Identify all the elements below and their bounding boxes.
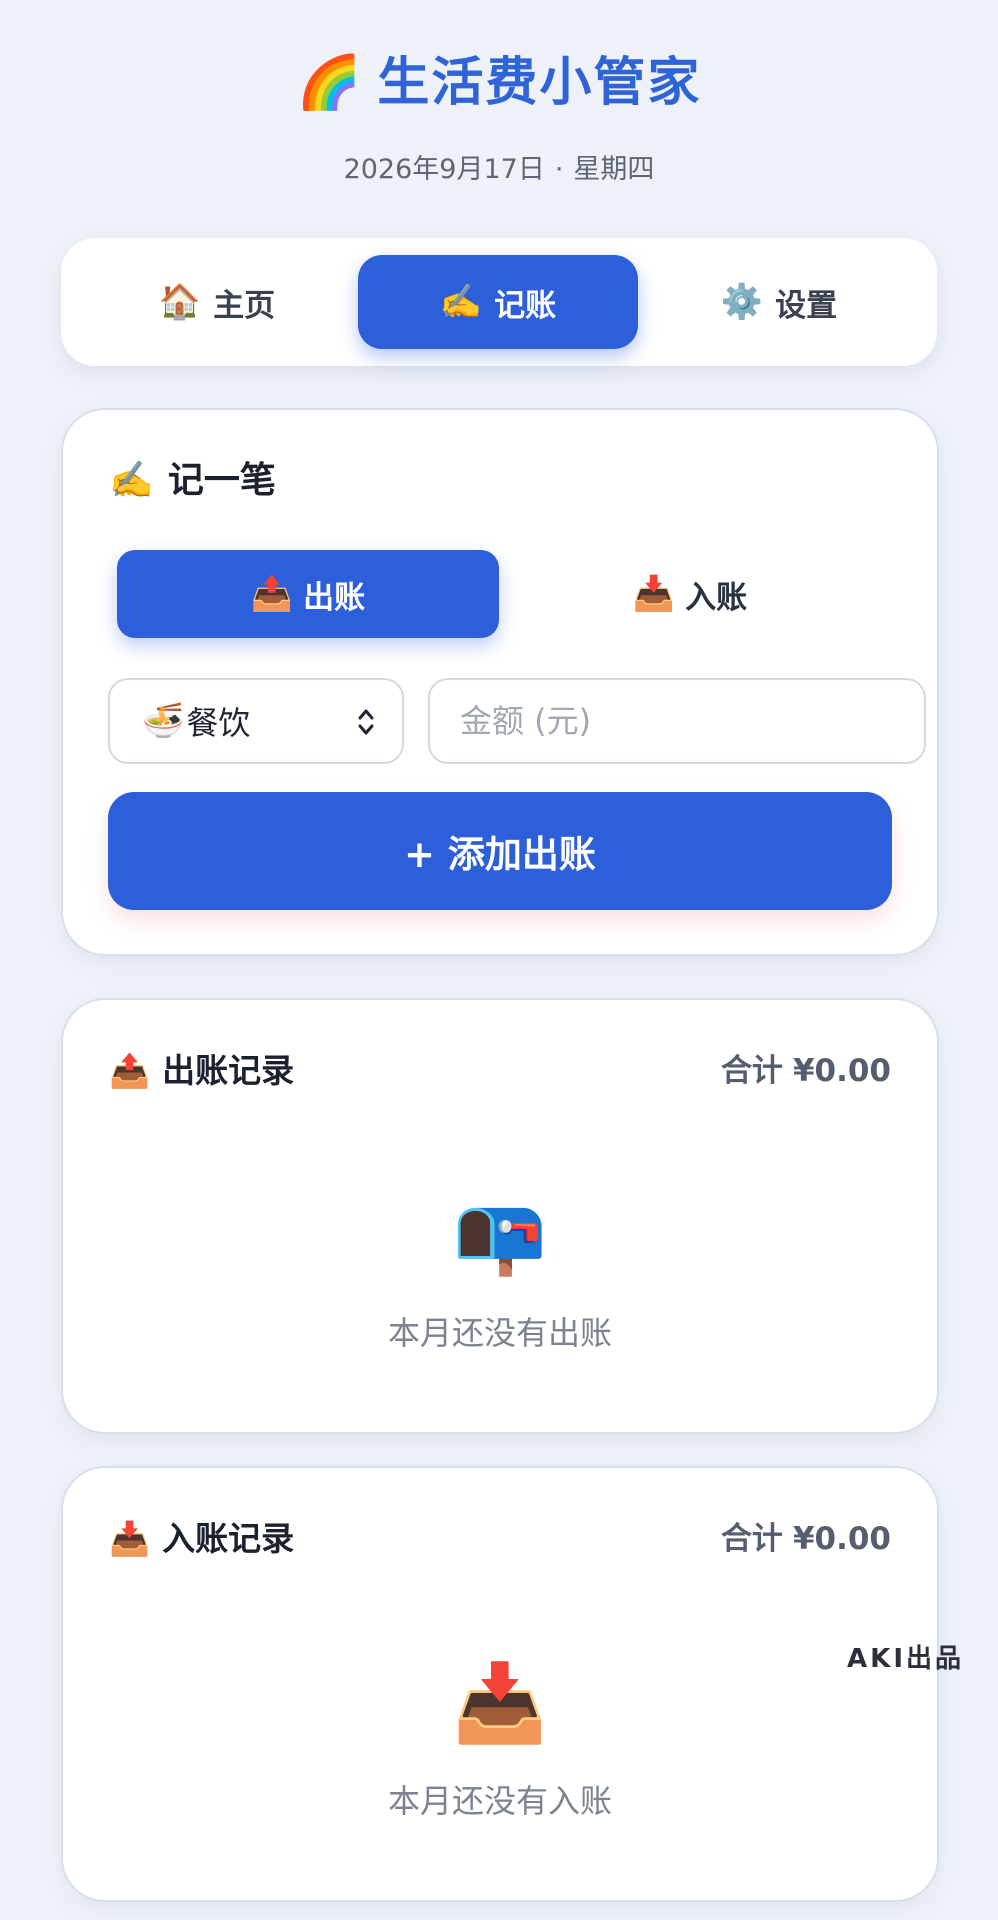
- outgoing-empty-text: 本月还没有出账: [387, 1314, 612, 1352]
- incoming-type-label: 入账: [685, 579, 748, 616]
- rainbow-icon: 🌈: [296, 53, 364, 113]
- incoming-total: 合计 ¥0.00: [721, 1514, 891, 1564]
- chevron-updown-icon: [358, 709, 374, 735]
- outbox-tray-icon: 📤: [250, 574, 294, 614]
- inbox-tray-icon: 📥: [109, 1519, 151, 1558]
- entry-card: ✍️ 记一笔 📤出账 📥入账 🍜餐饮 + 添加出账: [61, 408, 939, 956]
- amount-input[interactable]: [428, 678, 926, 764]
- incoming-empty-text: 本月还没有入账: [387, 1782, 612, 1820]
- tab-bookkeeping-label: 记账: [494, 287, 557, 324]
- outgoing-type-button[interactable]: 📤 出账: [117, 550, 499, 638]
- weekday-text: 星期四: [573, 154, 655, 185]
- date-separator: ·: [554, 154, 564, 185]
- date-line: 2026年9月17日 · 星期四: [0, 150, 998, 190]
- tab-bookkeeping[interactable]: ✍️ 记账: [358, 255, 638, 349]
- entry-heading-text: 记一笔: [167, 460, 276, 501]
- outgoing-total: 合计 ¥0.00: [721, 1046, 891, 1096]
- incoming-total-value: ¥0.00: [792, 1521, 891, 1557]
- outgoing-type-label: 出账: [303, 579, 366, 616]
- add-outgoing-button[interactable]: + 添加出账: [108, 792, 892, 910]
- tab-settings-label: 设置: [775, 287, 838, 324]
- outgoing-records-title: 出账记录: [162, 1051, 295, 1090]
- incoming-records-title: 入账记录: [162, 1519, 295, 1558]
- outgoing-total-label: 合计: [720, 1053, 783, 1089]
- date-text: 2026年9月17日: [343, 154, 545, 185]
- incoming-type-button[interactable]: 📥 入账: [499, 550, 881, 638]
- outgoing-records-heading: 📤 出账记录: [109, 1046, 294, 1096]
- outgoing-records-card: 📤 出账记录 合计 ¥0.00 📭 本月还没有出账: [61, 998, 939, 1434]
- incoming-records-heading: 📥 入账记录: [109, 1514, 294, 1564]
- app-title-text: 生活费小管家: [377, 53, 702, 113]
- nav-bar: 🏠 主页 ✍️ 记账 ⚙️ 设置: [61, 238, 937, 366]
- outbox-tray-icon: 📤: [109, 1051, 151, 1090]
- watermark: AKI出品: [847, 1644, 964, 1674]
- inbox-tray-icon: 📥: [452, 1658, 548, 1747]
- gear-icon: ⚙️: [720, 282, 764, 322]
- inbox-tray-icon: 📥: [632, 574, 676, 614]
- entry-heading: ✍️ 记一笔: [109, 456, 276, 506]
- incoming-records-card: 📥 入账记录 合计 ¥0.00 📥 本月还没有入账: [61, 1466, 939, 1902]
- app-title: 🌈 生活费小管家: [0, 48, 998, 118]
- tab-settings[interactable]: ⚙️ 设置: [639, 255, 919, 349]
- incoming-total-label: 合计: [720, 1521, 783, 1557]
- writing-hand-icon: ✍️: [109, 460, 154, 501]
- tab-home-label: 主页: [213, 287, 276, 324]
- noodle-bowl-icon: 🍜: [142, 701, 185, 741]
- house-icon: 🏠: [158, 282, 202, 322]
- mailbox-icon: 📭: [452, 1190, 548, 1279]
- outgoing-total-value: ¥0.00: [792, 1053, 891, 1089]
- category-select[interactable]: 🍜 餐饮: [108, 678, 404, 764]
- category-value: 餐饮: [186, 704, 251, 742]
- tab-home[interactable]: 🏠 主页: [77, 255, 357, 349]
- writing-hand-icon: ✍️: [439, 282, 483, 322]
